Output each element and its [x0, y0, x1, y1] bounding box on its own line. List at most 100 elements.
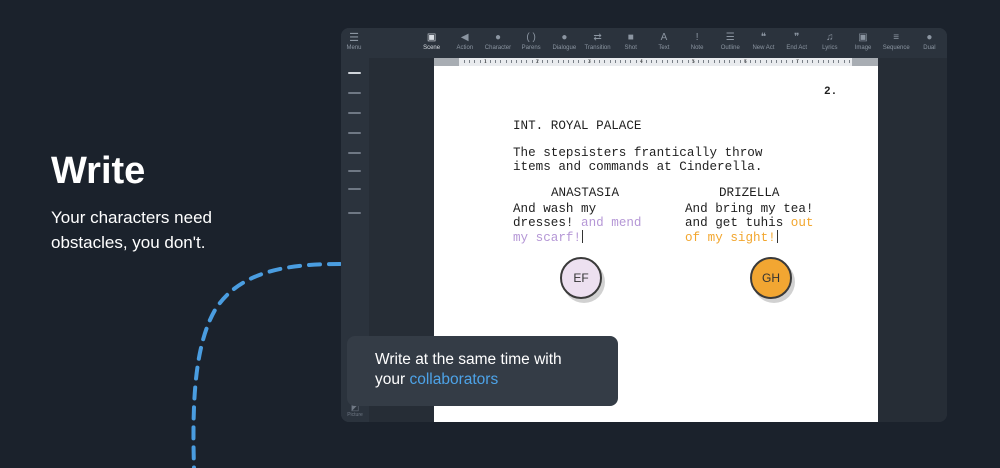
- ruler-tick: [609, 60, 611, 63]
- ruler-tick: [583, 60, 585, 63]
- ruler-tick: [781, 60, 783, 63]
- scene-heading[interactable]: INT. ROYAL PALACE: [513, 119, 641, 133]
- tool-shot[interactable]: ■ Shot: [614, 31, 647, 55]
- ruler-tick: [807, 60, 809, 63]
- ruler-tick: [802, 60, 803, 63]
- collaborators-link[interactable]: collaborators: [409, 371, 498, 388]
- ruler-tick: [718, 60, 720, 63]
- character-name-left[interactable]: ANASTASIA: [551, 186, 619, 200]
- tool-new-act[interactable]: ❝ New Act: [747, 31, 780, 55]
- tool-sequence[interactable]: ≡ Sequence: [880, 31, 913, 55]
- parens-icon: ( ): [526, 32, 536, 43]
- image-icon: ▣: [426, 32, 437, 43]
- ruler-tick: [661, 60, 663, 63]
- ruler-tick: [500, 60, 502, 63]
- menu-button[interactable]: ☰ Menu: [345, 32, 363, 54]
- collaborator-avatar-gh[interactable]: GH: [750, 257, 792, 299]
- ruler-tick: [666, 60, 668, 63]
- sidebar-scene-marker[interactable]: [348, 212, 361, 214]
- tool-action[interactable]: ◀ Action: [448, 31, 481, 55]
- callout-line2: your collaborators: [375, 370, 618, 390]
- tool-text[interactable]: A Text: [647, 31, 680, 55]
- ruler-tick: [474, 60, 476, 63]
- dialogue-right[interactable]: And bring my tea! and get tuhis out of m…: [685, 202, 813, 245]
- ruler-tick: [828, 60, 829, 63]
- tool-end-act[interactable]: ❞ End Act: [780, 31, 813, 55]
- tool-image[interactable]: ▣ Image: [846, 31, 879, 55]
- page-number: 2.: [824, 86, 838, 98]
- ruler-tick: [573, 60, 575, 63]
- ruler-right-margin[interactable]: [852, 58, 878, 66]
- character-name-right[interactable]: DRIZELLA: [719, 186, 779, 200]
- tool-label: End Act: [786, 45, 807, 51]
- ruler-tick: [734, 60, 736, 63]
- ruler-tick: [531, 60, 533, 63]
- tool-outline[interactable]: ☰ Outline: [714, 31, 747, 55]
- ruler-tick: [568, 60, 569, 63]
- ruler-tick: [822, 60, 824, 63]
- ruler-tick: [547, 60, 549, 63]
- sidebar-scene-marker[interactable]: [348, 152, 361, 154]
- ruler-tick: [604, 60, 606, 63]
- tool-label: Dialogue: [552, 45, 577, 51]
- ruler-tick: [526, 60, 528, 63]
- tool-note[interactable]: ! Note: [681, 31, 714, 55]
- hero-subtitle: Your characters need obstacles, you don'…: [51, 208, 212, 252]
- ruler-left-margin[interactable]: [434, 58, 459, 66]
- megaphone-icon: ◀: [460, 32, 469, 43]
- ruler-tick: [542, 60, 543, 63]
- sidebar-scene-marker[interactable]: [348, 188, 361, 190]
- menu-label: Menu: [346, 45, 362, 51]
- dialogue-left[interactable]: And wash my dresses! and mend my scarf!: [513, 202, 642, 245]
- ruler-tick: [562, 60, 564, 63]
- ruler-tick: [552, 60, 554, 63]
- ruler-tick: [490, 60, 491, 63]
- text-icon: A: [660, 32, 668, 43]
- ruler-tick: [630, 60, 632, 63]
- sidebar-scene-marker[interactable]: [348, 132, 361, 134]
- ruler-tick: [594, 60, 595, 63]
- ruler-tick: [770, 60, 772, 63]
- tool-dual[interactable]: ● Dual: [913, 31, 946, 55]
- dialogue-right-line2-typed: and get tuhis: [685, 216, 784, 230]
- tool-label: Image: [854, 45, 872, 51]
- tool-lyrics[interactable]: ♫ Lyrics: [813, 31, 846, 55]
- ruler-tick: [635, 60, 637, 63]
- ruler-tick: [786, 60, 788, 63]
- action-text[interactable]: The stepsisters frantically throw items …: [513, 146, 762, 174]
- collaborator-avatar-ef[interactable]: EF: [560, 257, 602, 299]
- tool-label: Text: [658, 45, 670, 51]
- ruler-tick: [687, 60, 689, 63]
- ruler-tick: [677, 60, 679, 63]
- sidebar-scene-marker[interactable]: [348, 92, 361, 94]
- tool-label: Character: [484, 45, 512, 51]
- ruler-tick: [521, 60, 523, 63]
- ruler-tick: [672, 60, 673, 63]
- ruler-number: 3: [588, 59, 591, 65]
- ruler[interactable]: 1 2 3 4 5 6 7: [434, 58, 878, 66]
- ruler-tick: [625, 60, 627, 63]
- tool-transition[interactable]: ⇄ Transition: [581, 31, 614, 55]
- ruler-tick: [812, 60, 814, 63]
- dialogue-left-line3-pending: my scarf!: [513, 231, 582, 245]
- ruler-number: 5: [692, 59, 695, 65]
- ruler-tick: [516, 60, 517, 63]
- hamburger-icon: ☰: [349, 32, 359, 44]
- sequence-icon: ≡: [893, 32, 900, 43]
- ruler-tick: [469, 60, 471, 63]
- sidebar-scene-marker-active[interactable]: [348, 72, 361, 74]
- ruler-tick: [791, 60, 793, 63]
- tool-scene[interactable]: ▣ Scene: [415, 31, 448, 55]
- dual-bubble-icon: ●: [926, 32, 933, 43]
- element-type-tools: ▣ Scene ◀ Action ● Character ( ) Parens ● Dialogu…: [415, 31, 946, 55]
- ruler-number: 6: [744, 59, 747, 65]
- dialogue-right-line2-pending: out: [783, 216, 814, 230]
- sidebar-scene-marker[interactable]: [348, 112, 361, 114]
- tool-dialogue[interactable]: ● Dialogue: [548, 31, 581, 55]
- ruler-tick: [578, 60, 580, 63]
- tool-parens[interactable]: ( ) Parens: [515, 31, 548, 55]
- hero-title: Write: [51, 150, 146, 192]
- tool-character[interactable]: ● Character: [481, 31, 514, 55]
- sidebar-scene-marker[interactable]: [348, 170, 361, 172]
- camera-icon: ■: [627, 32, 634, 43]
